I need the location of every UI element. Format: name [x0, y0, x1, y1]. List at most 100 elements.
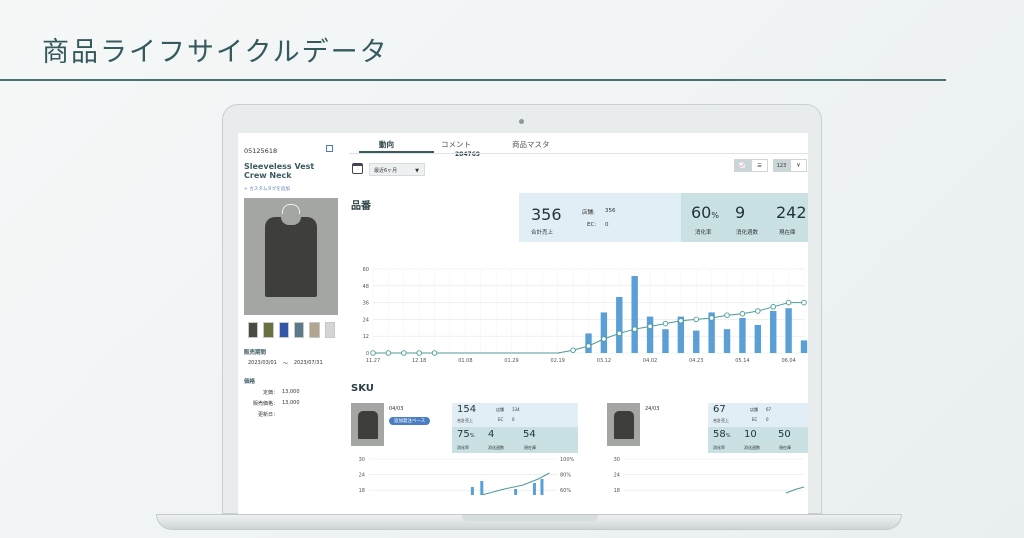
sales-period-label: 販売期間 — [244, 350, 267, 356]
sku-2-ec-value: 0 — [766, 417, 769, 422]
list-price-row: 定価： 13,000 — [244, 389, 335, 396]
x-tick-label: 04.02 — [643, 358, 657, 364]
weeks-label: 消化週数 — [736, 230, 759, 236]
laptop-base-notch — [462, 515, 598, 521]
y-tick-label: 48 — [363, 284, 369, 290]
period-select[interactable]: 最近6ヶ月 ▼ — [369, 163, 425, 176]
sku-2-store-key: 店舗 — [750, 407, 758, 412]
x-tick-label: 12.18 — [412, 358, 426, 364]
sku-1-reorder-badge[interactable]: 追加発注ベース — [389, 417, 431, 425]
laptop-screen: 05125618 Sleeveless Vest Crew Neck + カスタ… — [238, 133, 808, 515]
sku-y-tick: 24 — [614, 473, 620, 479]
sku-2-date: 24/03 — [645, 406, 660, 412]
page-title: 商品ライフサイクルデータ — [42, 37, 389, 68]
sku-y-tick: 24 — [359, 473, 365, 479]
color-swatch-4[interactable] — [293, 322, 305, 338]
product-name-line1: Sleeveless Vest — [244, 162, 315, 171]
add-custom-tag-link[interactable]: + カスタムタグを追加 — [244, 186, 335, 192]
view-toggle-group: 📈 ☰ — [734, 159, 768, 172]
cumulative-point — [785, 299, 792, 306]
sku-2-sales-panel: 67 合計売上 店舗 67 EC 0 — [708, 403, 808, 427]
tab-trend[interactable]: 動向 — [379, 139, 394, 150]
sku-1-weeks-label: 消化週数 — [488, 445, 504, 450]
sku-2-total-label: 合計売上 — [713, 418, 729, 423]
color-swatch-2[interactable] — [263, 322, 274, 338]
sku-1-sales-panel: 154 合計売上 店舗 134 EC 0 — [452, 403, 578, 427]
external-link-icon[interactable] — [326, 145, 333, 152]
tab-comment[interactable]: コメント — [441, 139, 471, 150]
sale-price-row: 販売価格： 13,000 — [244, 400, 335, 407]
tab-product-master[interactable]: 商品マスタ — [512, 139, 550, 150]
cumulative-point — [370, 350, 376, 356]
color-swatches — [244, 322, 335, 338]
vest-shape — [265, 216, 317, 297]
count-unit-toggle[interactable]: 123 — [773, 159, 790, 172]
cumulative-point — [755, 308, 761, 314]
x-tick-label: 06.04 — [781, 358, 795, 364]
sku-1-chart: 30 24 18 100% 80% 60% — [359, 457, 575, 495]
sku-2-weeks: 10 — [744, 429, 757, 440]
sales-period-sep: ～ — [282, 361, 288, 367]
sku-1-rate-number: 75 — [457, 429, 470, 440]
cumulative-point — [801, 299, 807, 306]
sales-period-end: 2023/07/31 — [293, 360, 323, 366]
cumulative-point — [570, 347, 576, 353]
store-sales-key: 店舗: — [582, 210, 595, 216]
sku-2-store-value: 67 — [766, 407, 772, 412]
sku-1-rate-unit: % — [469, 433, 475, 439]
ec-sales-value: 0 — [605, 222, 609, 228]
sku-1-rate-label: 消化率 — [457, 445, 469, 450]
color-swatch-5[interactable] — [309, 322, 320, 338]
sku-2-chart: 30 24 18 — [614, 457, 805, 494]
x-tick-label: 01.29 — [504, 358, 518, 364]
cumulative-point — [616, 330, 623, 337]
cumulative-point — [739, 311, 746, 317]
stock-value: 242 — [776, 203, 807, 222]
color-swatch-6[interactable] — [324, 322, 335, 338]
sales-period-row: 2023/03/01 ～ 2023/07/31 — [244, 360, 335, 367]
sales-bar — [600, 312, 608, 353]
sku-bar — [480, 481, 484, 495]
sku-1-vest-shape — [357, 410, 378, 439]
product-sidebar: 05125618 Sleeveless Vest Crew Neck + カスタ… — [238, 133, 341, 515]
y-tick-label: 12 — [363, 334, 369, 340]
unit-toggle-group: 123 ¥ — [773, 159, 807, 172]
sku-pct-tick: 80% — [560, 473, 571, 479]
sku-2-rate-label: 消化率 — [713, 445, 725, 450]
sales-bar — [662, 329, 669, 353]
chart-view-toggle[interactable]: 📈 — [734, 159, 751, 172]
webcam-dot — [519, 119, 524, 124]
sales-bar — [585, 333, 592, 353]
sku-1-total-label: 合計売上 — [457, 418, 473, 423]
list-view-toggle[interactable]: ☰ — [751, 159, 768, 172]
calendar-icon[interactable] — [352, 163, 363, 174]
store-sales-value: 356 — [605, 208, 616, 214]
updated-key: 更新日： — [257, 412, 278, 418]
sales-bar — [770, 311, 777, 353]
y-tick-label: 0 — [366, 351, 369, 357]
color-swatch-1[interactable] — [248, 322, 259, 338]
list-price-key: 定価： — [262, 390, 278, 396]
sales-bar — [693, 330, 700, 353]
weeks-value: 9 — [735, 203, 746, 222]
cumulative-point — [708, 315, 715, 321]
x-tick-label: 01.08 — [458, 358, 472, 364]
x-tick-label: 04.23 — [689, 358, 703, 364]
price-label: 価格 — [244, 379, 256, 385]
x-tick-label: 05.14 — [735, 358, 749, 364]
list-price-value: 13,000 — [282, 389, 300, 395]
hanger-shape — [282, 204, 300, 214]
x-tick-label: 02.19 — [551, 358, 565, 364]
sku-1-stock-label: 現在庫 — [524, 445, 536, 450]
cumulative-point — [431, 350, 438, 356]
sku-1-date: 04/03 — [389, 406, 404, 412]
sales-kpi-panel: 356 合計売上 店舗: 356 EC: 0 — [519, 193, 681, 242]
yen-unit-toggle[interactable]: ¥ — [790, 159, 807, 172]
sku-y-tick: 18 — [614, 488, 620, 494]
sku-2-weeks-label: 消化週数 — [744, 445, 760, 450]
sale-price-key: 販売価格： — [252, 401, 278, 407]
sku-2-stock-panel: 58% 消化率 10 消化週数 50 現在庫 — [708, 427, 808, 453]
total-sales-label: 合計売上 — [531, 230, 554, 236]
main-panel: 動向 コメント 商品マスタ 284769 最近6ヶ月 ▼ 📈 ☰ 123 ¥ 品… — [349, 133, 808, 515]
color-swatch-3[interactable] — [278, 322, 289, 338]
